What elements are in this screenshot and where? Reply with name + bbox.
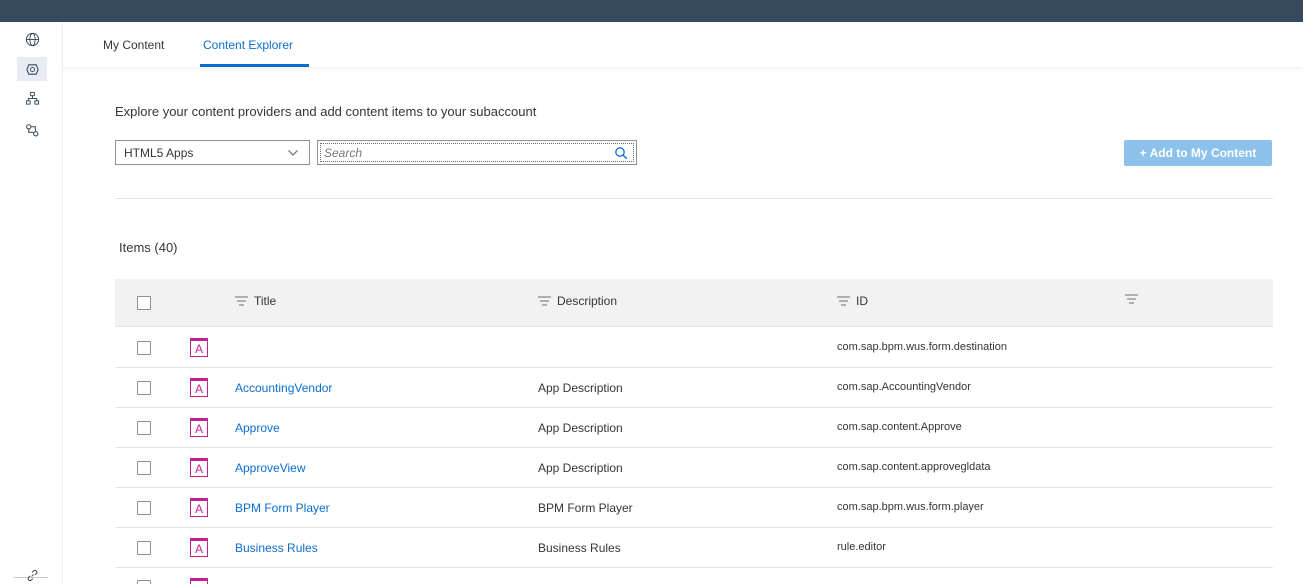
content-icon[interactable] xyxy=(17,57,47,81)
filter-icon xyxy=(538,296,551,306)
row-checkbox[interactable] xyxy=(137,580,151,584)
search-input[interactable] xyxy=(324,144,604,162)
table-row[interactable]: A Approve App Description com.sap.conten… xyxy=(115,408,1273,448)
app-icon: A xyxy=(190,338,208,357)
tab-bar: My Content Content Explorer xyxy=(63,22,1303,67)
row-id: com.sap.AccountingVendor xyxy=(837,381,971,393)
row-description: App Description xyxy=(538,421,623,435)
row-title-link[interactable]: Business Rules xyxy=(235,541,318,555)
filter-icon xyxy=(1125,294,1138,304)
table-row[interactable]: A BPM Form Player BPM Form Player com.sa… xyxy=(115,488,1273,528)
side-navigation xyxy=(0,22,62,584)
row-description: Business Rules xyxy=(538,541,621,555)
tab-my-content[interactable]: My Content xyxy=(103,38,164,52)
section-divider xyxy=(115,198,1273,199)
connection-icon[interactable] xyxy=(22,120,42,140)
table-row[interactable] xyxy=(115,568,1273,584)
side-divider xyxy=(62,22,63,584)
chevron-down-icon xyxy=(288,150,298,156)
app-icon: A xyxy=(190,538,208,557)
row-title-link[interactable]: Approve xyxy=(235,421,280,435)
column-label: Description xyxy=(557,294,618,308)
table-header: Title Description ID xyxy=(115,279,1273,327)
tab-content-explorer[interactable]: Content Explorer xyxy=(203,38,293,52)
globe-icon[interactable] xyxy=(22,29,42,49)
row-checkbox[interactable] xyxy=(137,541,151,555)
column-header-id[interactable]: ID xyxy=(837,294,868,308)
search-icon[interactable] xyxy=(614,146,628,160)
app-icon-letter: A xyxy=(194,341,203,356)
column-header-description[interactable]: Description xyxy=(538,294,617,308)
top-shell-bar xyxy=(0,0,1303,22)
row-description: BPM Form Player xyxy=(538,501,633,515)
app-icon-letter: A xyxy=(194,381,203,396)
app-icon-letter: A xyxy=(194,461,203,476)
table-row[interactable]: A ApproveView App Description com.sap.co… xyxy=(115,448,1273,488)
app-icon: A xyxy=(190,418,208,437)
link-icon[interactable] xyxy=(22,565,42,584)
app-icon: A xyxy=(190,378,208,397)
row-description: App Description xyxy=(538,461,623,475)
active-tab-indicator xyxy=(200,64,309,67)
row-id: com.sap.bpm.wus.form.destination xyxy=(837,341,1007,353)
column-header-title[interactable]: Title xyxy=(235,294,276,308)
row-id: com.sap.content.approvegldata xyxy=(837,461,991,473)
app-icon-letter: A xyxy=(194,541,203,556)
row-checkbox[interactable] xyxy=(137,421,151,435)
row-checkbox[interactable] xyxy=(137,461,151,475)
filter-icon xyxy=(837,296,850,306)
table-row[interactable]: A AccountingVendor App Description com.s… xyxy=(115,368,1273,408)
app-icon-letter: A xyxy=(194,421,203,436)
row-title-link[interactable]: ApproveView xyxy=(235,461,306,475)
select-value: HTML5 Apps xyxy=(124,145,194,160)
row-checkbox[interactable] xyxy=(137,501,151,515)
row-id: com.sap.bpm.wus.form.player xyxy=(837,501,984,513)
row-title-link[interactable]: AccountingVendor xyxy=(235,381,332,395)
hierarchy-icon[interactable] xyxy=(22,88,42,108)
row-id: com.sap.content.Approve xyxy=(837,421,962,433)
column-label: Title xyxy=(254,294,277,308)
content-type-select[interactable]: HTML5 Apps xyxy=(115,140,310,165)
row-checkbox[interactable] xyxy=(137,341,151,355)
app-icon-letter: A xyxy=(194,501,203,516)
items-count-title: Items (40) xyxy=(119,240,178,255)
row-id: rule.editor xyxy=(837,541,886,553)
app-icon: A xyxy=(190,458,208,477)
app-icon xyxy=(190,578,208,584)
select-all-checkbox[interactable] xyxy=(137,296,151,310)
intro-text: Explore your content providers and add c… xyxy=(115,104,537,119)
table-row[interactable]: A Business Rules Business Rules rule.edi… xyxy=(115,528,1273,568)
column-label: ID xyxy=(856,294,868,308)
row-title-link[interactable]: BPM Form Player xyxy=(235,501,330,515)
filter-icon xyxy=(235,296,248,306)
column-header-extra[interactable] xyxy=(1125,294,1138,304)
row-checkbox[interactable] xyxy=(137,381,151,395)
add-to-my-content-button[interactable]: + Add to My Content xyxy=(1124,140,1272,166)
table-row[interactable]: A com.sap.bpm.wus.form.destination xyxy=(115,328,1273,368)
app-icon: A xyxy=(190,498,208,517)
row-description: App Description xyxy=(538,381,623,395)
search-field[interactable] xyxy=(317,140,637,165)
